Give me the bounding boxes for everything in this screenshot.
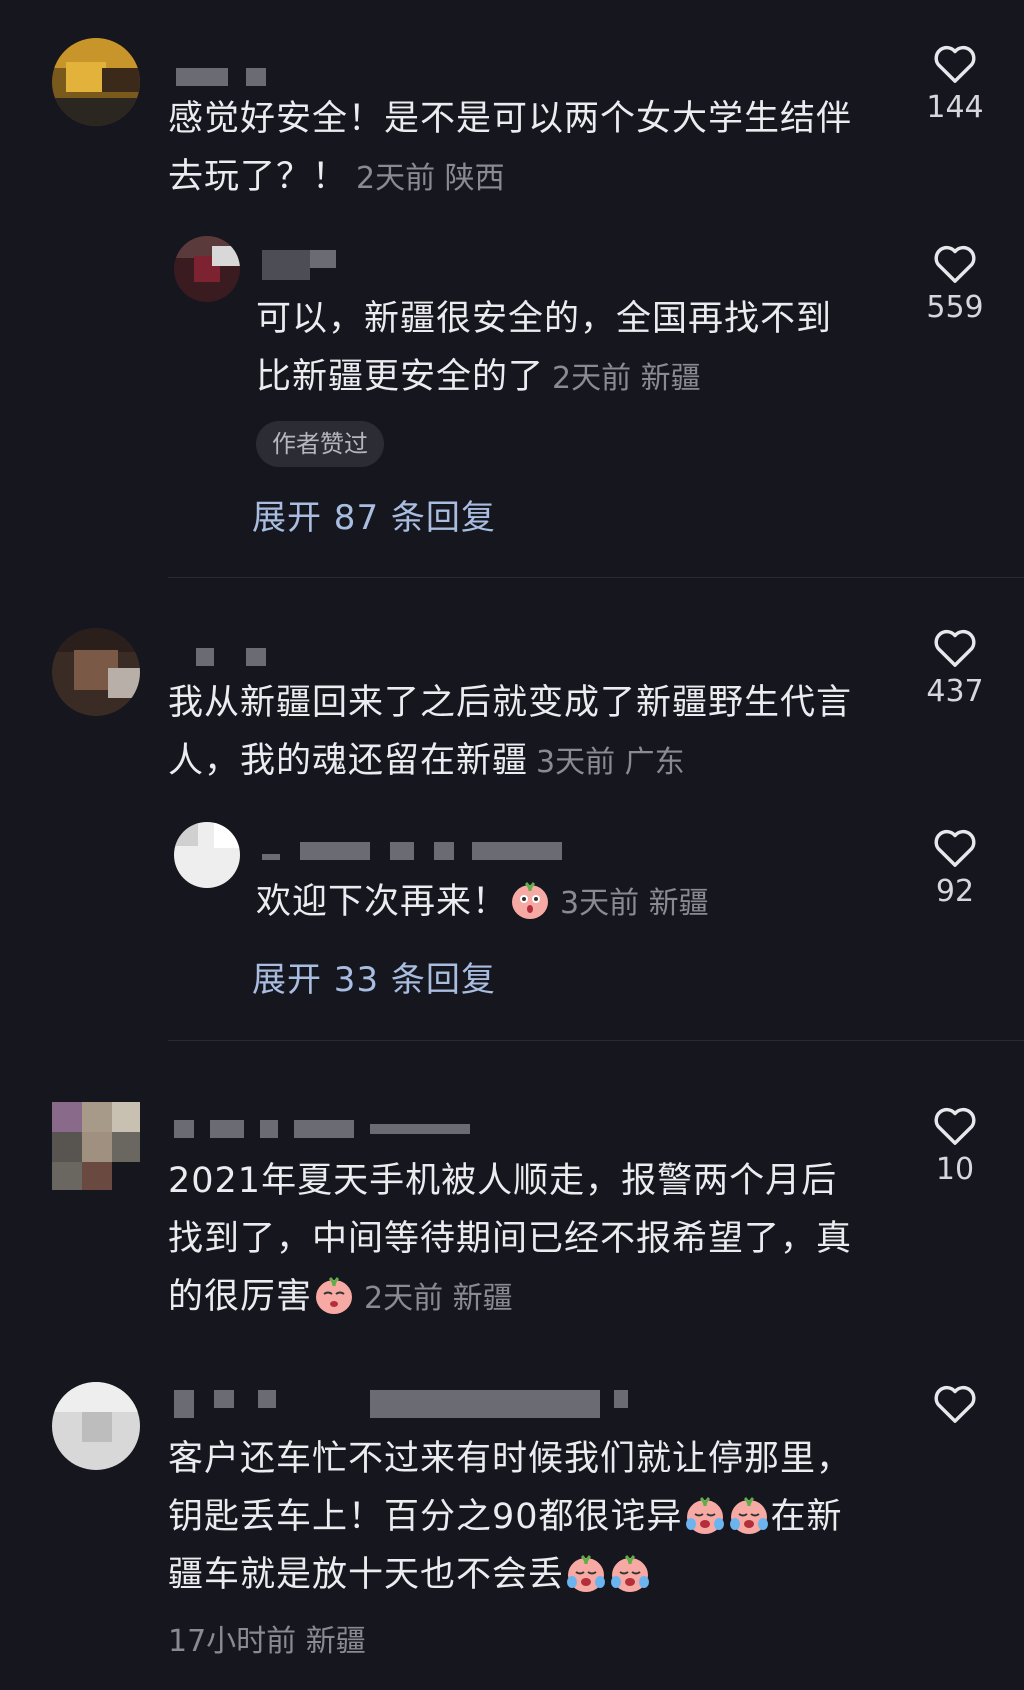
heart-outline-icon	[934, 245, 976, 283]
expand-replies-link[interactable]: 展开 87 条回复	[252, 490, 496, 539]
like-count: 437	[926, 674, 984, 709]
comment-text: 2021年夏天手机被人顺走，报警两个月后 找到了，中间等待期间已经不报希望了，真…	[168, 1161, 853, 1317]
username[interactable]	[174, 1390, 628, 1418]
like-count: 559	[926, 290, 984, 325]
peach-face-emoji-icon	[316, 1276, 353, 1314]
peach-face-crying-emoji-icon	[567, 1554, 606, 1592]
reply-location: 新疆	[640, 361, 701, 396]
username[interactable]	[174, 1120, 474, 1142]
comment-location: 新疆	[452, 1281, 513, 1316]
comment-location: 陕西	[444, 161, 505, 196]
comment-time: 17小时前	[168, 1624, 297, 1659]
peach-face-crying-emoji-icon	[685, 1496, 724, 1534]
peach-face-crying-emoji-icon	[729, 1496, 768, 1534]
author-liked-badge: 作者赞过	[256, 421, 384, 467]
comment-text: 感觉好安全！是不是可以两个女大学生结伴 去玩了？！ 2天前 陕西	[168, 99, 853, 197]
comment-time: 2天前	[356, 161, 436, 196]
like-count: 10	[935, 1152, 975, 1187]
avatar[interactable]	[52, 628, 140, 716]
like-button[interactable]: 144	[910, 42, 1000, 125]
reply-username[interactable]	[262, 250, 352, 280]
comment-location: 新疆	[305, 1624, 366, 1659]
heart-outline-icon	[934, 829, 976, 867]
reply-username[interactable]	[262, 842, 562, 864]
divider	[168, 1040, 1024, 1041]
comment-text: 我从新疆回来了之后就变成了新疆野生代言 人，我的魂还留在新疆 3天前 广东	[168, 683, 853, 781]
reply-like-button[interactable]: 92	[910, 826, 1000, 909]
reply-avatar[interactable]	[174, 822, 240, 888]
like-button[interactable]: 10	[910, 1104, 1000, 1187]
avatar[interactable]	[52, 38, 140, 126]
like-count: 92	[935, 874, 975, 909]
comment-time: 2天前	[364, 1281, 444, 1316]
heart-outline-icon	[934, 1385, 976, 1423]
reply-time: 2天前	[552, 361, 632, 396]
avatar[interactable]	[52, 1102, 140, 1190]
reply-avatar[interactable]	[174, 236, 240, 302]
divider	[168, 577, 1024, 578]
reply-location: 新疆	[648, 886, 709, 921]
expand-replies-link[interactable]: 展开 33 条回复	[252, 952, 496, 1001]
comment-location: 广东	[624, 745, 685, 780]
heart-outline-icon	[934, 45, 976, 83]
comment-meta: 17小时前 新疆	[168, 1616, 366, 1660]
like-count: 144	[926, 90, 984, 125]
reply-like-button[interactable]: 559	[910, 242, 1000, 325]
comment-time: 3天前	[536, 745, 616, 780]
reply-time: 3天前	[560, 886, 640, 921]
username[interactable]	[176, 68, 266, 90]
like-button[interactable]: 437	[910, 626, 1000, 709]
peach-face-emoji-icon	[512, 881, 549, 919]
heart-outline-icon	[934, 629, 976, 667]
reply-text: 欢迎下次再来！ 3天前 新疆	[256, 873, 896, 933]
reply-text: 可以，新疆很安全的，全国再找不到 比新疆更安全的了 2天前 新疆	[256, 299, 833, 397]
like-button[interactable]	[910, 1382, 1000, 1424]
username[interactable]	[196, 648, 266, 670]
avatar[interactable]	[52, 1382, 140, 1470]
heart-outline-icon	[934, 1107, 976, 1145]
peach-face-crying-emoji-icon	[611, 1554, 650, 1592]
comment-text: 客户还车忙不过来有时候我们就让停那里， 钥匙丢车上！百分之90都很诧异 在新 疆车…	[168, 1439, 853, 1595]
